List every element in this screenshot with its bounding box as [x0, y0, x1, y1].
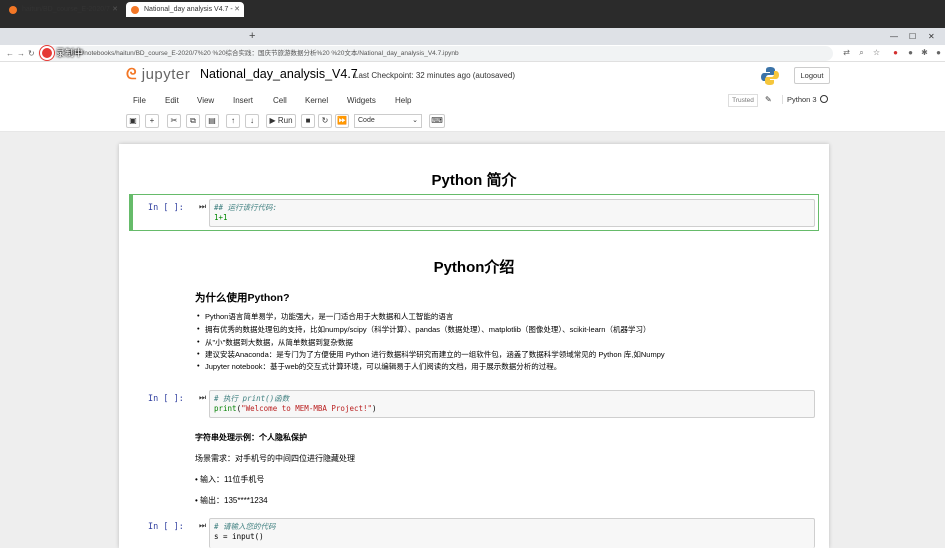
menu-widgets[interactable]: Widgets	[347, 96, 376, 105]
address-bar: ← → ↻ 8888/notebooks/haitun/BD_course_E-…	[0, 45, 945, 62]
tab-title: National_day analysis V4.7 -	[144, 6, 233, 13]
jupyter-favicon-icon	[9, 6, 17, 14]
restart-run-all-icon[interactable]: ⏩	[335, 114, 349, 128]
list-item: 建议安装Anaconda：是专门为了方便使用 Python 进行数据科学研究而建…	[197, 349, 665, 360]
browser-tab-active[interactable]: National_day analysis V4.7 - ✕	[126, 2, 244, 17]
paste-icon[interactable]: ▤	[205, 114, 219, 128]
move-down-icon[interactable]: ↓	[245, 114, 259, 128]
keyboard-icon[interactable]: ⌨	[429, 114, 445, 128]
cut-icon[interactable]: ✂	[167, 114, 181, 128]
menu-view[interactable]: View	[197, 96, 214, 105]
profile-icon[interactable]: ●	[934, 48, 943, 57]
run-button[interactable]: ▶ Run	[266, 114, 296, 128]
cell-prompt: In [ ]:	[148, 203, 184, 213]
zoom-icon[interactable]: ⌕	[857, 48, 866, 57]
save-icon[interactable]: ▣	[126, 114, 140, 128]
menu-kernel[interactable]: Kernel	[305, 96, 328, 105]
puzzle-icon[interactable]: ✱	[920, 48, 929, 57]
star-icon[interactable]: ☆	[872, 48, 881, 57]
cell-prompt: In [ ]:	[148, 522, 184, 532]
heading-python-intro: Python 简介	[431, 172, 517, 189]
translate-icon[interactable]: ⇄	[842, 48, 851, 57]
minimize-icon[interactable]: —	[890, 28, 898, 45]
kernel-status-icon	[820, 95, 828, 103]
trusted-indicator[interactable]: Trusted	[728, 94, 758, 107]
menu-cell[interactable]: Cell	[273, 96, 287, 105]
python-logo-icon	[761, 67, 779, 85]
menu-edit[interactable]: Edit	[165, 96, 179, 105]
list-item: Python语言简单易学，功能强大，是一门适合用于大数据和人工智能的语言	[197, 311, 453, 322]
recording-label: 录制中	[56, 48, 84, 58]
code-comment: # 请输入您的代码	[214, 522, 276, 531]
run-cell-icon[interactable]: ⏭	[199, 202, 206, 212]
kernel-name[interactable]: Python 3	[782, 95, 817, 104]
menu-file[interactable]: File	[133, 96, 146, 105]
copy-icon[interactable]: ⧉	[186, 114, 200, 128]
extension-icon[interactable]: ●	[891, 48, 900, 57]
jupyter-logo-icon: ᘓ	[126, 66, 138, 83]
tab-title: haitun/BD_course_E-2020/7	[22, 6, 110, 13]
restart-icon[interactable]: ↻	[318, 114, 332, 128]
url-field[interactable]: 8888/notebooks/haitun/BD_course_E-2020/7…	[38, 46, 833, 61]
record-icon	[40, 46, 54, 60]
reload-icon[interactable]: ↻	[28, 47, 35, 60]
edit-pencil-icon[interactable]: ✎	[765, 95, 772, 104]
run-cell-icon[interactable]: ⏭	[199, 521, 206, 531]
menu-help[interactable]: Help	[395, 96, 411, 105]
input-text: • 输入：11位手机号	[195, 475, 265, 484]
close-icon[interactable]: ✕	[112, 2, 118, 17]
browser-tab-inactive[interactable]: haitun/BD_course_E-2020/7 ✕	[4, 2, 122, 17]
code-comment: # 执行 print()函数	[214, 394, 290, 403]
logout-button[interactable]: Logout	[794, 67, 830, 84]
scenario-text: 场景需求：对手机号的中间四位进行隐藏处理	[195, 454, 355, 463]
notebook-toolbar	[0, 111, 945, 132]
heading-python-intro-2: Python介绍	[433, 259, 515, 276]
code-line: s = input()	[214, 532, 264, 541]
insert-cell-icon[interactable]: +	[145, 114, 159, 128]
new-tab-button[interactable]: +	[249, 28, 255, 45]
why-python-title: 为什么使用Python?	[195, 292, 290, 304]
code-line: print("Welcome to MEM-MBA Project!")	[214, 404, 377, 413]
cell-prompt: In [ ]:	[148, 394, 184, 404]
move-up-icon[interactable]: ↑	[226, 114, 240, 128]
close-icon[interactable]: ✕	[234, 2, 240, 17]
list-item: 拥有优秀的数据处理包的支持，比如numpy/scipy（科学计算）、pandas…	[197, 324, 650, 335]
list-item: Jupyter notebook：基于web的交互式计算环境，可以编辑易于人们阅…	[197, 361, 561, 372]
stop-icon[interactable]: ■	[301, 114, 315, 128]
notebook-name[interactable]: National_day_analysis_V4.7	[200, 67, 358, 81]
code-editor[interactable]: # 执行 print()函数 print("Welcome to MEM-MBA…	[209, 390, 815, 418]
code-comment: ## 运行该行代码:	[214, 203, 278, 212]
back-arrow-icon[interactable]: ←	[6, 47, 14, 60]
cell-type-select[interactable]: Code ⌄	[354, 114, 422, 128]
jupyter-logo[interactable]: ᘓ jupyter	[126, 66, 190, 83]
output-text: • 输出：135****1234	[195, 496, 268, 505]
browser-tab-strip	[0, 28, 945, 45]
code-editor[interactable]: ## 运行该行代码: 1+1	[209, 199, 815, 227]
checkpoint-status: Last Checkpoint: 32 minutes ago (autosav…	[354, 71, 515, 80]
string-example-title: 字符串处理示例：个人隐私保护	[195, 433, 307, 442]
menu-insert[interactable]: Insert	[233, 96, 253, 105]
forward-arrow-icon[interactable]: →	[17, 47, 25, 60]
code-line: 1+1	[214, 213, 228, 222]
close-window-icon[interactable]: ✕	[928, 28, 935, 45]
run-cell-icon[interactable]: ⏭	[199, 393, 206, 403]
code-editor[interactable]: # 请输入您的代码 s = input()	[209, 518, 815, 548]
maximize-icon[interactable]: ☐	[909, 28, 916, 45]
jupyter-favicon-icon	[131, 6, 139, 14]
chevron-down-icon: ⌄	[412, 117, 418, 124]
extension-icon[interactable]: ●	[906, 48, 915, 57]
list-item: 从"小"数据到大数据，从简单数据到复杂数据	[197, 337, 353, 348]
